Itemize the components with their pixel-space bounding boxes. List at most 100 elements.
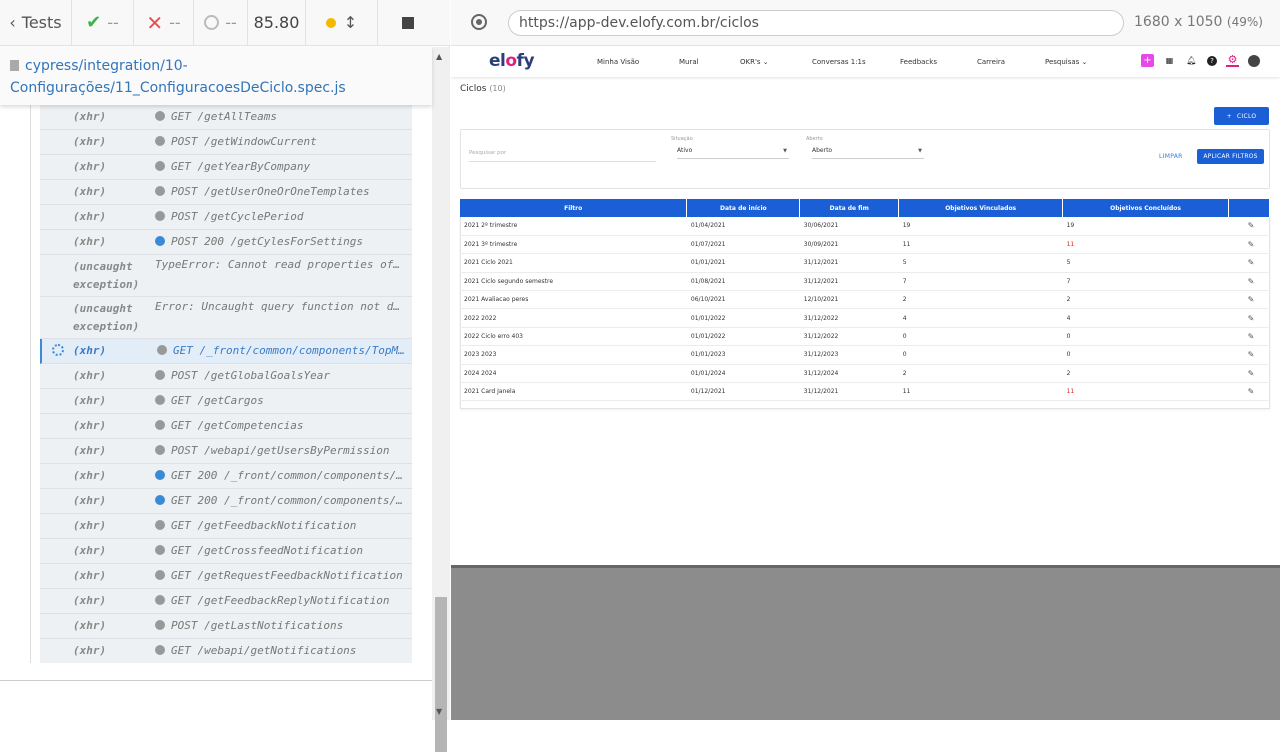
url-bar[interactable]: https://app-dev.elofy.com.br/ciclos (508, 10, 1124, 36)
nav-carreira[interactable]: Carreira (977, 58, 1005, 66)
stop-button[interactable] (378, 0, 438, 45)
command-row[interactable]: (xhr) GET /getCrossfeedNotification (40, 539, 412, 564)
edit-icon[interactable]: ✎ (1228, 235, 1270, 255)
spec-path-text: cypress/integration/10-Configurações/11_… (10, 58, 346, 96)
status-dot-icon (155, 161, 165, 171)
cell-filtro: 2021 Ciclo 2021 (460, 253, 687, 273)
command-row[interactable]: (xhr) GET /getRequestFeedbackNotification (40, 564, 412, 589)
nav-feedbacks[interactable]: Feedbacks (900, 58, 937, 66)
command-row[interactable]: (xhr) GET 200 /_front/common/components/.… (40, 464, 412, 489)
bell-icon[interactable]: 🔔︎ (1185, 54, 1198, 67)
cell-obj-concluidos: 5 (1062, 253, 1229, 273)
status-dot-icon (155, 520, 165, 530)
command-message: GET /getAllTeams (155, 105, 412, 123)
aberto-select[interactable]: Aberto ▼ (812, 147, 924, 159)
aut-header: https://app-dev.elofy.com.br/ciclos 1680… (451, 0, 1280, 46)
search-input[interactable]: Pesquisar por (469, 150, 656, 162)
command-row[interactable]: (uncaught exception) TypeError: Cannot re… (40, 255, 412, 297)
command-row[interactable]: (xhr) GET /webapi/getNotifications (40, 639, 412, 663)
command-row[interactable]: (xhr) POST /getLastNotifications (40, 614, 412, 639)
elofy-logo[interactable]: elofy (489, 51, 535, 71)
table-row[interactable]: 2021 3º trimestre 01/07/2021 30/09/2021 11 1… (460, 235, 1270, 255)
command-row[interactable]: (xhr) GET /getYearByCompany (40, 155, 412, 180)
selector-playground-icon[interactable] (471, 14, 487, 30)
col-data-inicio[interactable]: Data de início (686, 199, 801, 217)
nav-pesquisas[interactable]: Pesquisas ⌄ (1045, 58, 1087, 66)
help-icon[interactable]: ? (1207, 55, 1217, 66)
tests-back-button[interactable]: ‹ Tests (0, 0, 72, 45)
edit-icon[interactable]: ✎ (1228, 364, 1270, 384)
command-row[interactable]: (xhr) GET /getFeedbackNotification (40, 514, 412, 539)
command-message-text: POST /getGlobalGoalsYear (171, 369, 330, 382)
command-message-text: TypeError: Cannot read properties of und… (155, 258, 412, 271)
command-row[interactable]: (xhr) GET /_front/common/components/TopMe… (40, 339, 412, 364)
scroll-up-icon[interactable]: ▲ (436, 52, 442, 61)
command-row[interactable]: (xhr) GET /getAllTeams (40, 105, 412, 130)
spec-file-path[interactable]: cypress/integration/10-Configurações/11_… (0, 47, 432, 105)
clear-filters-button[interactable]: LIMPAR (1159, 153, 1183, 160)
command-row[interactable]: (xhr) GET /getCargos (40, 389, 412, 414)
col-filtro[interactable]: Filtro (460, 199, 688, 217)
calendar-icon[interactable]: ▦ (1163, 54, 1176, 67)
command-row[interactable]: (xhr) GET /getCompetencias (40, 414, 412, 439)
auto-scroll-toggle[interactable]: ↕ (306, 0, 378, 45)
command-row[interactable]: (xhr) POST 200 /getCylesForSettings (40, 230, 412, 255)
spinner-icon (52, 344, 64, 356)
cell-obj-concluidos: 19 (1062, 217, 1229, 236)
edit-icon[interactable]: ✎ (1228, 308, 1270, 328)
cell-obj-concluidos: 4 (1062, 308, 1229, 328)
table-row[interactable]: 2021 Card Janela 01/12/2021 31/12/2021 11 11… (460, 382, 1270, 402)
avatar[interactable] (1248, 54, 1260, 67)
table-row[interactable]: 2022 Ciclo erro 403 01/01/2022 31/12/2022 0… (460, 327, 1270, 347)
command-row[interactable]: (xhr) POST /getCyclePeriod (40, 205, 412, 230)
add-cycle-button[interactable]: + CICLO (1214, 107, 1269, 125)
command-row[interactable]: (xhr) POST /getGlobalGoalsYear (40, 364, 412, 389)
table-row[interactable]: 2022 2022 01/01/2022 31/12/2022 4 4 ✎ (460, 308, 1270, 328)
table-row[interactable]: 2021 Ciclo 2021 01/01/2021 31/12/2021 5 5 ✎ (460, 253, 1270, 273)
edit-icon[interactable]: ✎ (1228, 217, 1270, 236)
edit-icon[interactable]: ✎ (1228, 345, 1270, 365)
scrollbar-thumb[interactable] (435, 597, 447, 752)
col-data-fim[interactable]: Data de fim (799, 199, 900, 217)
edit-icon[interactable]: ✎ (1228, 290, 1270, 310)
table-row[interactable]: 2021 2º trimestre 01/04/2021 30/06/2021 19 1… (460, 217, 1270, 236)
command-name: (xhr) (73, 569, 107, 582)
edit-icon[interactable]: ✎ (1228, 272, 1270, 292)
plus-icon: + (1226, 112, 1232, 120)
situacao-select[interactable]: Ativo ▼ (677, 147, 789, 159)
command-row[interactable]: (uncaught exception) Error: Uncaught quer… (40, 297, 412, 339)
nav-mural[interactable]: Mural (679, 58, 699, 66)
command-row[interactable]: (xhr) POST /getUserOneOrOneTemplates (40, 180, 412, 205)
table-row[interactable]: 2024 2024 01/01/2024 31/12/2024 2 2 ✎ (460, 364, 1270, 384)
passed-value: -- (107, 13, 119, 32)
apply-filters-button[interactable]: APLICAR FILTROS (1197, 149, 1264, 164)
reporter-scrollbar[interactable]: ▲ ▼ (432, 47, 450, 752)
cycles-table: Filtro Data de início Data de fim Objeti… (460, 199, 1271, 402)
cell-data-inicio: 01/12/2021 (686, 382, 800, 402)
command-row[interactable]: (xhr) POST /webapi/getUsersByPermission (40, 439, 412, 464)
command-row[interactable]: (xhr) GET /getFeedbackReplyNotification (40, 589, 412, 614)
edit-icon[interactable]: ✎ (1228, 253, 1270, 273)
scroll-down-icon[interactable]: ▼ (436, 707, 442, 716)
col-obj-concluidos[interactable]: Objetivos Concluídos (1062, 199, 1229, 217)
nav-conversas[interactable]: Conversas 1:1s (812, 58, 866, 66)
edit-icon[interactable]: ✎ (1228, 327, 1270, 347)
command-message-text: GET 200 /_front/common/components/... (171, 469, 412, 482)
command-row[interactable]: (xhr) POST /getWindowCurrent (40, 130, 412, 155)
table-row[interactable]: 2021 Ciclo segundo semestre 01/08/2021 31/… (460, 272, 1270, 292)
cell-filtro: 2021 Avaliacao peres (460, 290, 687, 310)
table-row[interactable]: 2023 2023 01/01/2023 31/12/2023 0 0 ✎ (460, 345, 1270, 365)
nav-minha-visao[interactable]: Minha Visão (597, 58, 639, 66)
status-dot-icon (155, 211, 165, 221)
table-row[interactable]: 2021 Avaliacao peres 06/10/2021 12/10/2021… (460, 290, 1270, 310)
duration: 85.80 (248, 0, 306, 45)
nav-okrs[interactable]: OKR's ⌄ (740, 58, 769, 66)
edit-icon[interactable]: ✎ (1228, 382, 1270, 402)
command-row[interactable]: (xhr) GET 200 /_front/common/components/.… (40, 489, 412, 514)
gear-icon[interactable]: ⚙ (1226, 53, 1239, 67)
command-name: (xhr) (73, 394, 107, 407)
plus-icon[interactable]: + (1141, 54, 1154, 67)
command-name: (xhr) (73, 210, 107, 223)
command-message: POST /webapi/getUsersByPermission (155, 439, 412, 457)
col-obj-vinculados[interactable]: Objetivos Vinculados (898, 199, 1064, 217)
